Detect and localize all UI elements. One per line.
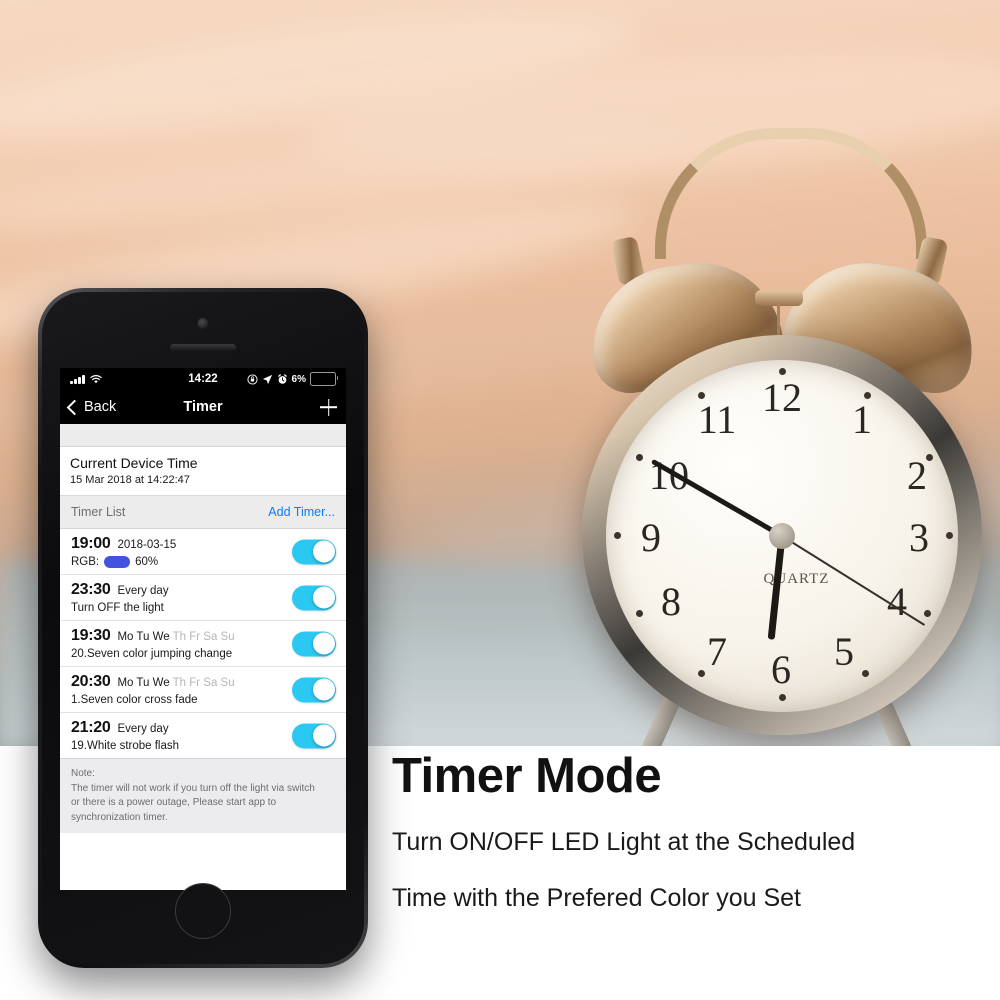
- marketing-copy: Timer Mode Turn ON/OFF LED Light at the …: [392, 752, 992, 913]
- timer-row[interactable]: 20:30 Mo Tu We Th Fr Sa Su 1.Seven color c…: [60, 667, 346, 713]
- note-line-1: The timer will not work if you turn off …: [71, 782, 315, 794]
- timer-time: 19:00: [71, 535, 111, 552]
- timer-time: 21:20: [71, 719, 111, 736]
- alarm-clock-image: 12 1 2 3 4 5 6 7 8 9 10 11 QUARTZ: [560, 120, 1000, 746]
- timer-days: 2018-03-15: [117, 539, 177, 551]
- clock-pip: [698, 392, 705, 399]
- page-title: Timer: [183, 399, 223, 415]
- timer-row[interactable]: 19:00 2018-03-15 RGB: 60%: [60, 529, 346, 575]
- clock-pip: [779, 368, 786, 375]
- marketing-subline-1: Turn ON/OFF LED Light at the Scheduled: [392, 828, 856, 856]
- phone-bezel: 14:22 6% Back Timer Current Device Time …: [42, 292, 364, 964]
- clock-pip: [779, 694, 786, 701]
- earpiece-speaker: [170, 344, 236, 351]
- iphone-device: 14:22 6% Back Timer Current Device Time …: [38, 288, 368, 968]
- timer-days: Mo Tu We Th Fr Sa Su: [117, 677, 235, 689]
- clock-pip: [636, 610, 643, 617]
- timer-list-header: Timer List Add Timer...: [60, 496, 346, 529]
- clock-numeral: 11: [697, 397, 737, 442]
- nav-bar: Back Timer: [60, 390, 346, 424]
- marketing-headline: Timer Mode: [392, 749, 662, 803]
- current-device-time-section: Current Device Time 15 Mar 2018 at 14:22…: [60, 447, 346, 496]
- clock-center-pin: [769, 523, 795, 549]
- timer-time: 20:30: [71, 673, 111, 690]
- timer-days-inactive: Th Fr Sa Su: [169, 677, 235, 689]
- clock-numeral: 8: [661, 579, 681, 624]
- clock-handle: [655, 128, 927, 259]
- clock-numeral: 7: [707, 629, 727, 674]
- note-section: Note: The timer will not work if you tur…: [60, 759, 346, 833]
- clock-pip: [946, 532, 953, 539]
- timer-toggle[interactable]: [292, 631, 336, 656]
- clock-numeral: 1: [852, 397, 872, 442]
- timer-time: 19:30: [71, 627, 111, 644]
- current-device-time-value: 15 Mar 2018 at 14:22:47: [70, 474, 190, 486]
- clock-numeral: 6: [771, 647, 791, 692]
- clock-pip: [862, 670, 869, 677]
- status-bar-right: 6%: [247, 372, 338, 386]
- timer-detail-text: 20.Seven color jumping change: [71, 648, 233, 660]
- timer-days: Every day: [117, 723, 169, 735]
- toggle-knob: [312, 632, 335, 655]
- app-content: Current Device Time 15 Mar 2018 at 14:22…: [60, 424, 346, 890]
- clock-face: 12 1 2 3 4 5 6 7 8 9 10 11 QUARTZ: [606, 360, 958, 712]
- timer-row[interactable]: 23:30 Every day Turn OFF the light: [60, 575, 346, 621]
- timer-toggle[interactable]: [292, 585, 336, 610]
- timer-detail-text: 19.White strobe flash: [71, 740, 180, 752]
- toggle-knob: [312, 586, 335, 609]
- note-title: Note:: [71, 768, 95, 779]
- battery-icon: [310, 372, 338, 386]
- clock-pip: [698, 670, 705, 677]
- current-device-time-label: Current Device Time: [70, 455, 198, 471]
- timer-toggle[interactable]: [292, 677, 336, 702]
- clock-numeral: 2: [907, 453, 927, 498]
- toggle-knob: [312, 540, 335, 563]
- timer-days: Mo Tu We Th Fr Sa Su: [117, 631, 235, 643]
- clock-pip: [614, 532, 621, 539]
- section-spacer: [60, 424, 346, 447]
- timer-days-inactive: Th Fr Sa Su: [169, 631, 235, 643]
- home-button-icon[interactable]: [175, 883, 231, 939]
- rotation-lock-icon: [247, 373, 258, 385]
- timer-time: 23:30: [71, 581, 111, 598]
- add-timer-link[interactable]: Add Timer...: [268, 505, 335, 519]
- clock-numeral: 5: [834, 629, 854, 674]
- note-line-3: synchronization timer.: [71, 811, 168, 823]
- timer-toggle[interactable]: [292, 539, 336, 564]
- clock-pip: [924, 610, 931, 617]
- battery-percent-label: 6%: [291, 373, 306, 385]
- timer-list-label: Timer List: [71, 505, 126, 519]
- clock-numeral: 12: [762, 375, 802, 420]
- status-bar: 14:22 6%: [60, 368, 346, 390]
- clock-pip: [864, 392, 871, 399]
- timer-row[interactable]: 19:30 Mo Tu We Th Fr Sa Su 20.Seven color …: [60, 621, 346, 667]
- front-camera-icon: [197, 318, 209, 329]
- timer-detail-text: 60%: [135, 556, 159, 568]
- phone-screen: 14:22 6% Back Timer Current Device Time …: [60, 368, 346, 890]
- note-line-2: or there is a power outage, Please start…: [71, 797, 277, 808]
- timer-detail-prefix: RGB:: [71, 556, 100, 568]
- timer-list: 19:00 2018-03-15 RGB: 60% 23:30 Every day Turn…: [60, 529, 346, 759]
- clock-pip: [636, 454, 643, 461]
- timer-row[interactable]: 21:20 Every day 19.White strobe flash: [60, 713, 346, 759]
- timer-days: Every day: [117, 585, 169, 597]
- clock-numeral: 3: [909, 515, 929, 560]
- timer-color-swatch[interactable]: [104, 556, 131, 568]
- timer-detail-text: Turn OFF the light: [71, 602, 164, 614]
- clock-pip: [926, 454, 933, 461]
- alarm-clock-icon: [277, 373, 287, 384]
- timer-toggle[interactable]: [292, 723, 336, 748]
- add-timer-plus-icon[interactable]: [320, 399, 337, 416]
- location-arrow-icon: [262, 374, 272, 384]
- clock-numeral: 9: [641, 515, 661, 560]
- marketing-subline-2: Time with the Prefered Color you Set: [392, 883, 801, 912]
- timer-detail-text: 1.Seven color cross fade: [71, 694, 198, 706]
- toggle-knob: [312, 724, 335, 747]
- toggle-knob: [312, 678, 335, 701]
